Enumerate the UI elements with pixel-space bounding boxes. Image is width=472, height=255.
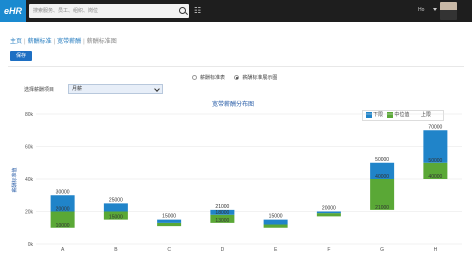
- data-label-mid: 18000: [215, 210, 229, 216]
- data-label-mid: 40000: [375, 174, 389, 180]
- y-tick-label: 20k: [25, 210, 34, 216]
- data-label-mid: 20000: [56, 207, 70, 213]
- salary-band-chart: 0k 20k 40k 60k 80k 薪酬标准值 A 30000 20000 10000 B 2500…: [11, 112, 462, 253]
- y-tick-label: 0k: [28, 242, 34, 248]
- bar-segment-mid-upper: [103, 203, 128, 212]
- data-label-top: 20000: [322, 206, 336, 212]
- data-label-top: 70000: [428, 124, 442, 130]
- bar-segment-lower-mid: [157, 222, 182, 227]
- y-tick-label: 80k: [25, 112, 34, 118]
- data-label-top: 15000: [162, 214, 176, 220]
- data-label-low: 15000: [109, 215, 123, 221]
- x-tick-label: H: [434, 247, 438, 253]
- y-axis-label: 薪酬标准值: [11, 167, 18, 192]
- data-label-low: 21000: [375, 205, 389, 211]
- x-tick-label: E: [274, 247, 278, 253]
- data-label-top: 50000: [375, 157, 389, 163]
- bar-segment-mid-upper: [316, 211, 341, 214]
- data-label-top: 15000: [269, 214, 283, 220]
- data-label-low: 13000: [215, 218, 229, 224]
- bar-segment-lower-mid: [316, 213, 341, 217]
- x-tick-label: D: [221, 247, 225, 253]
- bar-segment-mid-upper: [157, 219, 182, 223]
- data-label-low: 10000: [56, 223, 70, 229]
- y-tick-label: 60k: [25, 145, 34, 151]
- data-label-top: 25000: [109, 197, 123, 203]
- bar-segment-lower-mid: [263, 224, 288, 228]
- data-label-low: 40000: [428, 174, 442, 180]
- x-tick-label: G: [380, 247, 384, 253]
- data-label-mid: 50000: [428, 158, 442, 164]
- x-tick-label: A: [61, 247, 65, 253]
- bar-segment-mid-upper: [263, 219, 288, 225]
- x-tick-label: B: [114, 247, 118, 253]
- x-tick-label: C: [167, 247, 171, 253]
- y-tick-label: 40k: [25, 177, 34, 183]
- x-tick-label: F: [327, 247, 330, 253]
- data-label-top: 30000: [56, 189, 70, 195]
